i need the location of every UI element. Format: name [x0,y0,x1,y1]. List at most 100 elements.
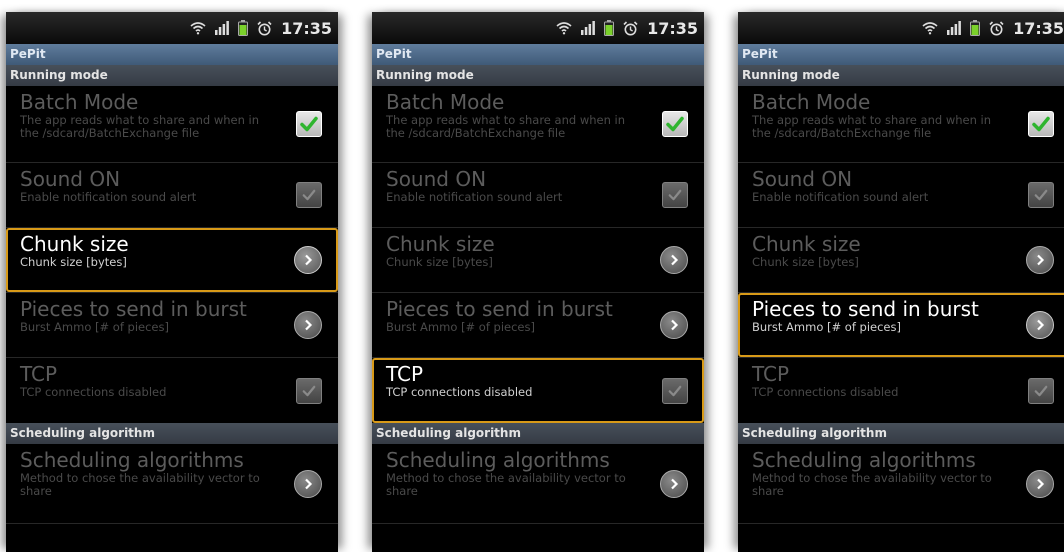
pref-summary: Burst Ammo [# of pieces] [752,320,901,334]
category-scheduling: Scheduling algorithm [372,423,704,444]
status-bar: 17:35 [372,12,704,44]
pref-title: Scheduling algorithms [20,448,244,472]
status-bar: 17:35 [738,12,1064,44]
wifi-icon [922,21,938,35]
wifi-icon [190,21,206,35]
pref-summary: TCP connections disabled [386,385,533,399]
pref-scheduling-algorithms[interactable]: Scheduling algorithms Method to chose the… [372,444,704,524]
pref-chunk-size[interactable]: Chunk size Chunk size [bytes] [6,228,338,293]
chevron-right-icon [660,246,688,274]
phone-screen: 17:35 PePit Running mode Batch Mode The a… [6,12,338,552]
category-running-mode: Running mode [6,65,338,86]
checkmark-icon [668,189,682,201]
pref-summary: Chunk size [bytes] [386,255,493,269]
sound-on-checkbox[interactable] [296,182,322,208]
pref-scheduling-algorithms[interactable]: Scheduling algorithms Method to chose the… [738,444,1064,524]
pref-pieces-burst[interactable]: Pieces to send in burst Burst Ammo [# of … [738,293,1064,358]
pref-title: Pieces to send in burst [20,297,247,321]
pref-summary: Burst Ammo [# of pieces] [386,320,535,334]
pref-title: TCP [20,362,58,386]
pref-sound-on[interactable]: Sound ON Enable notification sound alert [6,163,338,228]
signal-icon [581,21,595,35]
tcp-checkbox[interactable] [296,377,322,404]
pref-summary: Burst Ammo [# of pieces] [20,320,169,334]
pref-summary: Enable notification sound alert [386,190,563,204]
checkmark-icon [668,385,682,396]
chevron-right-icon [294,311,322,339]
pref-summary: Chunk size [bytes] [752,255,859,269]
pref-title: Pieces to send in burst [752,297,979,321]
batch-mode-checkbox[interactable] [1028,111,1054,137]
pref-summary: The app reads what to share and when in … [20,113,260,140]
pref-summary: The app reads what to share and when in … [386,113,626,140]
alarm-icon [989,20,1004,36]
alarm-icon [257,20,272,36]
checkmark-icon [1034,189,1048,201]
chevron-right-icon [1026,311,1054,339]
battery-icon [604,20,615,36]
pref-title: Sound ON [386,167,487,191]
app-title: PePit [738,44,1064,65]
status-time: 17:35 [281,18,332,38]
pref-summary: TCP connections disabled [20,385,167,399]
pref-title: Scheduling algorithms [752,448,976,472]
pref-batch-mode[interactable]: Batch Mode The app reads what to share an… [738,86,1064,163]
app-title: PePit [372,44,704,65]
pref-title: Batch Mode [20,90,139,114]
battery-icon [238,20,249,36]
pref-pieces-burst[interactable]: Pieces to send in burst Burst Ammo [# of … [372,293,704,358]
pref-batch-mode[interactable]: Batch Mode The app reads what to share an… [6,86,338,163]
pref-summary: Method to chose the availability vector … [386,471,626,498]
chevron-right-icon [294,469,322,498]
category-scheduling: Scheduling algorithm [6,423,338,444]
signal-icon [215,21,229,35]
sound-on-checkbox[interactable] [662,182,688,208]
pref-title: Batch Mode [752,90,871,114]
app-title: PePit [6,44,338,65]
pref-title: Sound ON [752,167,853,191]
phone-screen: 17:35 PePit Running mode Batch Mode The a… [738,12,1064,552]
status-bar: 17:35 [6,12,338,44]
pref-chunk-size[interactable]: Chunk size Chunk size [bytes] [372,228,704,293]
status-time: 17:35 [647,18,698,38]
pref-tcp[interactable]: TCP TCP connections disabled [738,358,1064,423]
pref-summary: The app reads what to share and when in … [752,113,992,140]
chevron-right-icon [294,246,322,274]
batch-mode-checkbox[interactable] [662,111,688,137]
sound-on-checkbox[interactable] [1028,182,1054,208]
signal-icon [947,21,961,35]
pref-pieces-burst[interactable]: Pieces to send in burst Burst Ammo [# of … [6,293,338,358]
pref-chunk-size[interactable]: Chunk size Chunk size [bytes] [738,228,1064,293]
pref-summary: Method to chose the availability vector … [752,471,992,498]
pref-tcp[interactable]: TCP TCP connections disabled [372,358,704,423]
batch-mode-checkbox[interactable] [296,111,322,137]
checkmark-icon [300,116,318,132]
pref-title: TCP [386,362,424,386]
checkmark-icon [302,189,316,201]
tcp-checkbox[interactable] [1028,377,1054,404]
chevron-right-icon [1026,246,1054,274]
pref-summary: Enable notification sound alert [20,190,197,204]
chevron-right-icon [660,469,688,498]
tcp-checkbox[interactable] [662,377,688,404]
checkmark-icon [302,385,316,396]
category-running-mode: Running mode [738,65,1064,86]
pref-summary: Chunk size [bytes] [20,255,127,269]
pref-tcp[interactable]: TCP TCP connections disabled [6,358,338,423]
chevron-right-icon [1026,469,1054,498]
checkmark-icon [1032,116,1050,132]
pref-title: TCP [752,362,790,386]
pref-summary: TCP connections disabled [752,385,899,399]
pref-title: Chunk size [20,232,129,256]
pref-sound-on[interactable]: Sound ON Enable notification sound alert [738,163,1064,228]
pref-sound-on[interactable]: Sound ON Enable notification sound alert [372,163,704,228]
pref-title: Pieces to send in burst [386,297,613,321]
pref-title: Batch Mode [386,90,505,114]
pref-title: Chunk size [386,232,495,256]
pref-scheduling-algorithms[interactable]: Scheduling algorithms Method to chose the… [6,444,338,524]
phone-screen: 17:35 PePit Running mode Batch Mode The a… [372,12,704,552]
status-time: 17:35 [1013,18,1064,38]
pref-title: Sound ON [20,167,121,191]
category-running-mode: Running mode [372,65,704,86]
pref-batch-mode[interactable]: Batch Mode The app reads what to share an… [372,86,704,163]
